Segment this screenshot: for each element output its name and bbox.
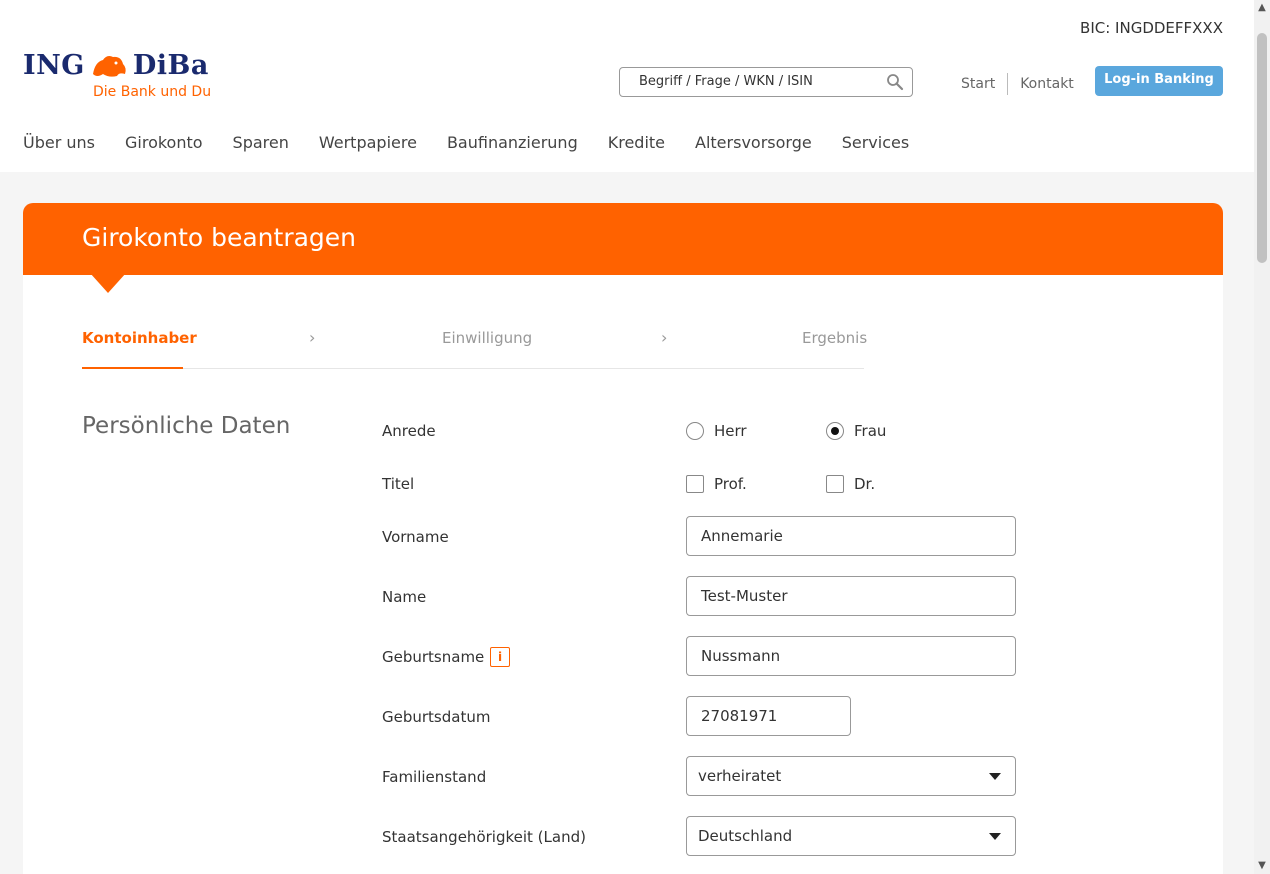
main-nav: Über uns Girokonto Sparen Wertpapiere Ba… [23,133,939,152]
radio-frau-label[interactable]: Frau [854,422,886,440]
progress-steps: Kontoinhaber › Einwilligung › Ergebnis [82,325,868,369]
step-kontoinhaber: Kontoinhaber [82,329,197,347]
name-label: Name [382,588,427,606]
staatsangehoerigkeit-value: Deutschland [698,827,793,845]
search-input[interactable]: Begriff / Frage / WKN / ISIN [619,67,913,97]
familienstand-label: Familienstand [382,768,487,786]
scroll-down-icon[interactable]: ▼ [1257,861,1267,871]
checkbox-prof[interactable] [686,475,704,493]
banner-pointer [90,273,126,293]
checkbox-dr[interactable] [826,475,844,493]
nav-item-girokonto[interactable]: Girokonto [125,133,203,152]
staatsangehoerigkeit-select[interactable]: Deutschland [686,816,1016,856]
dropdown-arrow-icon [989,833,1001,840]
search-icon[interactable] [886,73,904,91]
scroll-up-icon[interactable]: ▲ [1257,3,1267,13]
login-banking-button[interactable]: Log-in Banking [1095,66,1223,96]
section-title: Persönliche Daten [82,413,291,439]
vorname-label: Vorname [382,528,449,546]
nav-item-baufinanzierung[interactable]: Baufinanzierung [447,133,578,152]
anrede-label: Anrede [382,422,436,440]
divider [1007,73,1009,95]
chevron-right-icon: › [661,328,668,347]
radio-herr-label[interactable]: Herr [714,422,747,440]
ing-diba-logo[interactable]: ING DiBa Die Bank und Du [23,50,211,100]
bic-text: BIC: INGDDEFFXXX [1080,19,1223,37]
staatsangehoerigkeit-label: Staatsangehörigkeit (Land) [382,828,586,846]
familienstand-select[interactable]: verheiratet [686,756,1016,796]
geburtsdatum-label: Geburtsdatum [382,708,491,726]
titel-label: Titel [382,475,415,493]
nav-item-altersvorsorge[interactable]: Altersvorsorge [695,133,812,152]
site-header: BIC: INGDDEFFXXX ING DiBa Die Bank und D… [0,0,1254,172]
step-einwilligung: Einwilligung [442,329,533,347]
active-step-underline [82,367,183,369]
geburtsname-label: Geburtsname [382,648,485,666]
info-icon[interactable]: i [490,647,510,667]
page-title: Girokonto beantragen [82,223,357,252]
chevron-right-icon: › [309,328,316,347]
lion-icon [92,55,126,77]
top-links: Start Kontakt [961,73,1074,95]
dropdown-arrow-icon [989,773,1001,780]
page-banner: Girokonto beantragen [23,203,1223,275]
nav-item-kredite[interactable]: Kredite [608,133,665,152]
name-field[interactable]: Test-Muster [686,576,1016,616]
geburtsdatum-field[interactable]: 27081971 [686,696,851,736]
application-card: Girokonto beantragen Kontoinhaber › Einw… [23,203,1223,874]
checkbox-dr-label[interactable]: Dr. [854,475,875,493]
nav-item-services[interactable]: Services [842,133,909,152]
vorname-field[interactable]: Annemarie [686,516,1016,556]
nav-item-sparen[interactable]: Sparen [233,133,289,152]
checkbox-prof-label[interactable]: Prof. [714,475,747,493]
geburtsname-field[interactable]: Nussmann [686,636,1016,676]
logo-text-diba: DiBa [132,50,209,81]
step-ergebnis: Ergebnis [802,329,868,347]
logo-text-ing: ING [23,50,85,81]
nav-item-wertpapiere[interactable]: Wertpapiere [319,133,417,152]
start-link[interactable]: Start [961,76,995,92]
logo-tagline: Die Bank und Du [93,84,212,100]
vertical-scrollbar[interactable]: ▲ ▼ [1254,0,1270,874]
nav-item-ueber-uns[interactable]: Über uns [23,133,95,152]
search-placeholder: Begriff / Frage / WKN / ISIN [639,74,813,89]
kontakt-link[interactable]: Kontakt [1020,76,1074,92]
radio-herr[interactable] [686,422,704,440]
scroll-thumb[interactable] [1257,33,1267,263]
familienstand-value: verheiratet [698,767,782,785]
radio-frau[interactable] [826,422,844,440]
